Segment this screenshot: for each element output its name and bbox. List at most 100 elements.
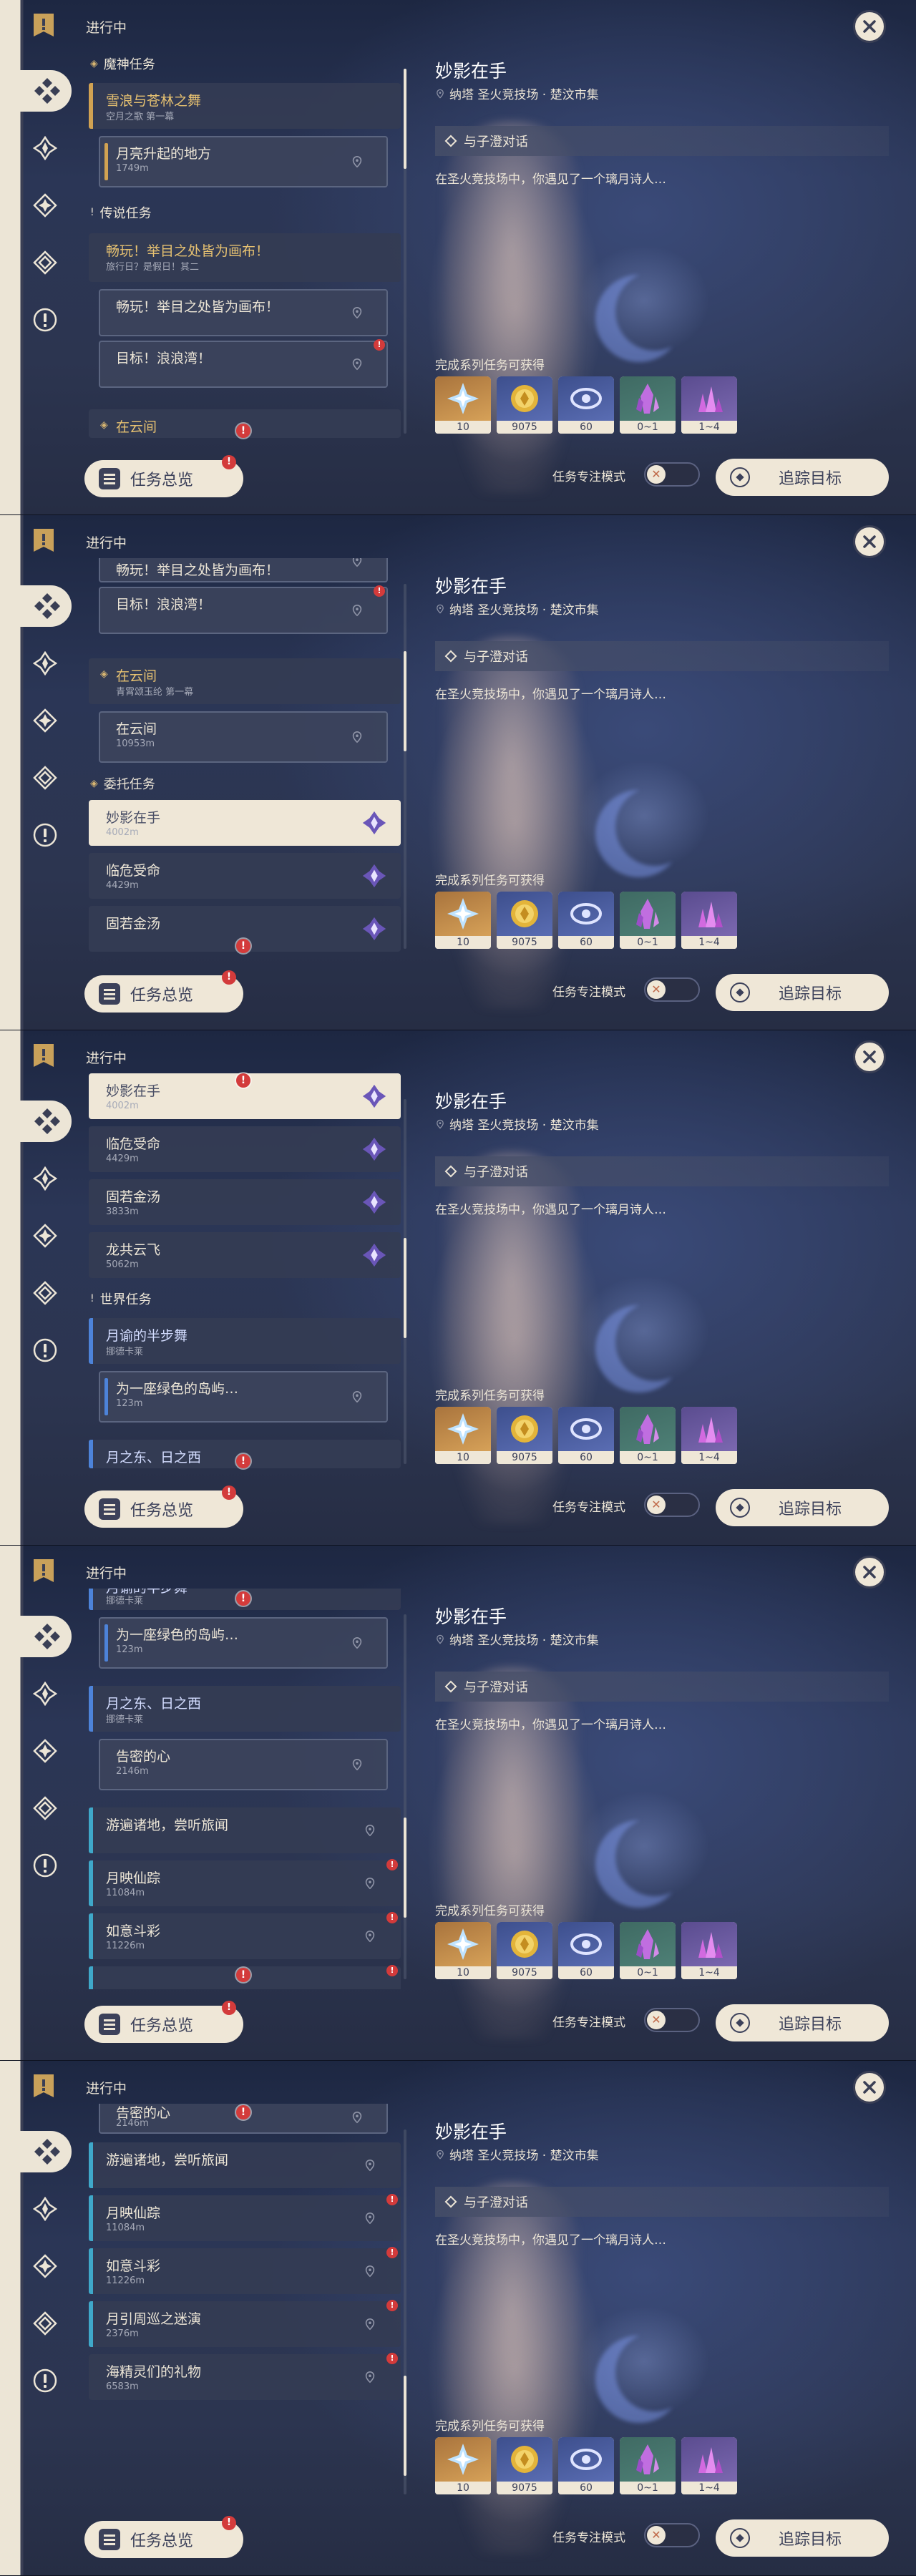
quest-card-snow[interactable]: 雪浪与苍林之舞 空月之歌 第一幕 — [89, 83, 401, 129]
rail-tab-all-active[interactable] — [0, 1101, 72, 1142]
reward-item[interactable]: 9075 — [497, 2437, 552, 2494]
map-pin-icon[interactable] — [351, 358, 364, 371]
reward-item[interactable]: 60 — [558, 376, 614, 434]
map-pin-icon[interactable] — [351, 1636, 364, 1649]
reward-item[interactable]: 9075 — [497, 376, 552, 434]
quest-book-icon[interactable] — [31, 11, 56, 39]
focus-mode-toggle[interactable]: ✕ — [644, 977, 700, 1002]
map-pin-icon[interactable] — [364, 2212, 376, 2225]
reward-item[interactable]: 60 — [558, 892, 614, 949]
quest-card-cloud[interactable]: ◈ 在云间 青霄颂玉纶 第一幕 — [89, 658, 401, 704]
quest-step-green-island[interactable]: 为一座绿色的岛屿… 123m — [99, 1617, 388, 1669]
reward-item[interactable]: 0~1 — [620, 1922, 676, 1979]
focus-mode-toggle[interactable]: ✕ — [644, 2523, 700, 2547]
reward-item[interactable]: 1~4 — [681, 376, 737, 434]
rail-tab-all-active[interactable] — [0, 2131, 72, 2172]
map-pin-icon[interactable] — [351, 731, 364, 743]
map-pin-icon[interactable] — [351, 155, 364, 168]
track-button[interactable]: 追踪目标 — [716, 459, 889, 496]
rail-tab-world[interactable] — [29, 1277, 62, 1309]
quest-card-moon-shadow[interactable]: 月映仙踪 11084m! — [89, 1859, 401, 1906]
rail-tab-commission[interactable] — [29, 1219, 62, 1252]
close-button[interactable] — [853, 525, 886, 558]
map-pin-icon[interactable] — [351, 558, 364, 567]
quest-step-joy-1[interactable]: 畅玩！举目之处皆为画布！ — [99, 558, 388, 582]
focus-mode-toggle[interactable]: ✕ — [644, 2008, 700, 2032]
reward-item[interactable]: 9075 — [497, 1922, 552, 1979]
rail-tab-commission[interactable] — [29, 704, 62, 737]
quest-card-linwei[interactable]: 临危受命 4429m — [89, 853, 401, 899]
quest-step-green-island[interactable]: 为一座绿色的岛屿… 123m — [99, 1371, 388, 1423]
quest-list[interactable]: 月谕的半步舞挪德卡莱 为一座绿色的岛屿…123m 月之东、日之西挪德卡莱 告密的… — [83, 1589, 408, 1989]
quest-list[interactable]: 告密的心 2146m 游遍诸地，尝听旅闻 月映仙踪 11084m! 如意斗彩 1122… — [83, 2104, 408, 2504]
reward-item[interactable]: 1~4 — [681, 1922, 737, 1979]
quest-card-moon-dance[interactable]: 月谕的半步舞挪德卡莱 — [89, 1318, 401, 1364]
quest-step-cloud[interactable]: 在云间 10953m — [99, 711, 388, 763]
quest-card-longgong[interactable]: 龙共云飞 5062m — [89, 1232, 401, 1278]
map-pin-icon[interactable] — [351, 604, 364, 617]
overview-button[interactable]: 任务总览 — [84, 2521, 243, 2558]
track-button[interactable]: 追踪目标 — [716, 974, 889, 1011]
track-button[interactable]: 追踪目标 — [716, 2519, 889, 2557]
quest-card-joy[interactable]: 畅玩！举目之处皆为画布！ 旅行日？是假日！其二 — [89, 233, 401, 282]
quest-card-ruyi[interactable]: 如意斗彩 11226m! — [89, 2247, 401, 2294]
rail-tab-alert[interactable] — [29, 1849, 62, 1882]
track-button[interactable]: 追踪目标 — [716, 1489, 889, 1526]
rail-tab-alert[interactable] — [29, 819, 62, 852]
scrollbar-thumb[interactable] — [404, 1818, 406, 1918]
quest-card-moon-east[interactable]: 月之东、日之西 挪德卡莱 — [89, 1686, 401, 1732]
reward-item[interactable]: 60 — [558, 1407, 614, 1464]
rail-tab-commission[interactable] — [29, 2250, 62, 2283]
rail-tab-commission[interactable] — [29, 1735, 62, 1767]
quest-card-miaoying-selected[interactable]: 妙影在手 4002m — [89, 800, 401, 846]
quest-card-moon-shadow[interactable]: 月映仙踪 11084m! — [89, 2194, 401, 2241]
reward-item[interactable]: 9075 — [497, 1407, 552, 1464]
close-button[interactable] — [853, 1556, 886, 1589]
map-pin-icon[interactable] — [351, 2111, 364, 2124]
quest-step-joy-2[interactable]: 目标！浪浪湾！! — [99, 585, 388, 634]
quest-book-icon[interactable] — [31, 527, 56, 554]
rail-tab-world[interactable] — [29, 761, 62, 794]
rail-tab-archon[interactable] — [29, 1677, 62, 1710]
scrollbar-thumb[interactable] — [404, 69, 406, 169]
quest-card-ruyi[interactable]: 如意斗彩 11226m! — [89, 1912, 401, 1959]
rail-tab-all-active[interactable] — [0, 1616, 72, 1657]
quest-book-icon[interactable] — [31, 1557, 56, 1584]
quest-book-icon[interactable] — [31, 1042, 56, 1069]
reward-item[interactable]: 60 — [558, 2437, 614, 2494]
overview-button[interactable]: 任务总览 — [84, 1491, 243, 1528]
rail-tab-archon[interactable] — [29, 2192, 62, 2225]
close-button[interactable] — [853, 1040, 886, 1073]
map-pin-icon[interactable] — [364, 2159, 376, 2172]
reward-item[interactable]: 0~1 — [620, 2437, 676, 2494]
quest-step-moon-rise[interactable]: 月亮升起的地方 1749m — [99, 136, 388, 187]
reward-item[interactable]: 1~4 — [681, 2437, 737, 2494]
quest-card-wander[interactable]: 游遍诸地，尝听旅闻 — [89, 1807, 401, 1853]
quest-book-icon[interactable] — [31, 2072, 56, 2099]
map-pin-icon[interactable] — [364, 1824, 376, 1837]
rail-tab-world[interactable] — [29, 246, 62, 279]
quest-list[interactable]: ◈ 魔神任务 雪浪与苍林之舞 空月之歌 第一幕 月亮升起的地方 1749m ! 传说任务… — [83, 43, 408, 444]
quest-list[interactable]: 妙影在手 4002m 临危受命 4429m 固若金汤 3833m 龙共云飞 5062m … — [83, 1073, 408, 1474]
reward-item[interactable]: 10 — [435, 2437, 491, 2494]
scrollbar-thumb[interactable] — [404, 651, 406, 751]
map-pin-icon[interactable] — [364, 1877, 376, 1890]
overview-button[interactable]: 任务总览 — [84, 2006, 243, 2043]
rail-tab-alert[interactable] — [29, 1334, 62, 1367]
rail-tab-world[interactable] — [29, 2307, 62, 2340]
rail-tab-alert[interactable] — [29, 303, 62, 336]
scrollbar[interactable] — [404, 584, 406, 949]
map-pin-icon[interactable] — [351, 1758, 364, 1771]
reward-item[interactable]: 0~1 — [620, 376, 676, 434]
close-button[interactable] — [853, 2071, 886, 2104]
map-pin-icon[interactable] — [364, 2371, 376, 2384]
map-pin-icon[interactable] — [364, 1930, 376, 1943]
reward-item[interactable]: 10 — [435, 1922, 491, 1979]
reward-item[interactable]: 10 — [435, 376, 491, 434]
focus-mode-toggle[interactable]: ✕ — [644, 462, 700, 487]
rail-tab-all-active[interactable] — [0, 585, 72, 627]
quest-card-linwei[interactable]: 临危受命 4429m — [89, 1126, 401, 1172]
close-button[interactable] — [853, 10, 886, 43]
scrollbar-thumb[interactable] — [404, 2376, 406, 2476]
reward-item[interactable]: 10 — [435, 1407, 491, 1464]
